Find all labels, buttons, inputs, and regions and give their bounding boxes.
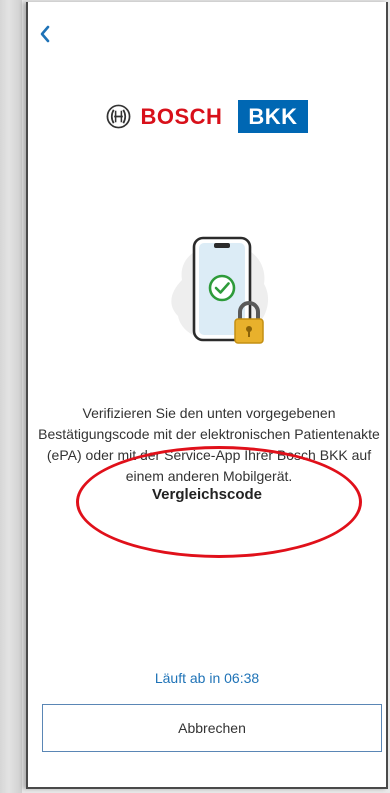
phone-checkmark-lock-icon bbox=[171, 236, 269, 344]
chevron-left-icon bbox=[40, 25, 50, 43]
bosch-wordmark: BOSCH bbox=[140, 103, 223, 129]
cancel-button-label: Abbrechen bbox=[178, 720, 246, 736]
app-screen: BOSCH BKK Verifizieren Sie den unten vor… bbox=[26, 2, 388, 789]
bkk-wordmark: BKK bbox=[238, 100, 308, 133]
brand-logo: BOSCH BKK bbox=[28, 100, 386, 133]
back-button[interactable] bbox=[34, 22, 58, 46]
bosch-armature-icon bbox=[107, 104, 131, 129]
compare-code-title: Vergleichscode bbox=[151, 486, 263, 503]
cancel-button[interactable]: Abbrechen bbox=[42, 704, 382, 752]
expiry-countdown: Läuft ab in 06:38 bbox=[154, 670, 260, 686]
bosch-logo: BOSCH bbox=[106, 104, 222, 130]
background-strip bbox=[0, 0, 22, 793]
